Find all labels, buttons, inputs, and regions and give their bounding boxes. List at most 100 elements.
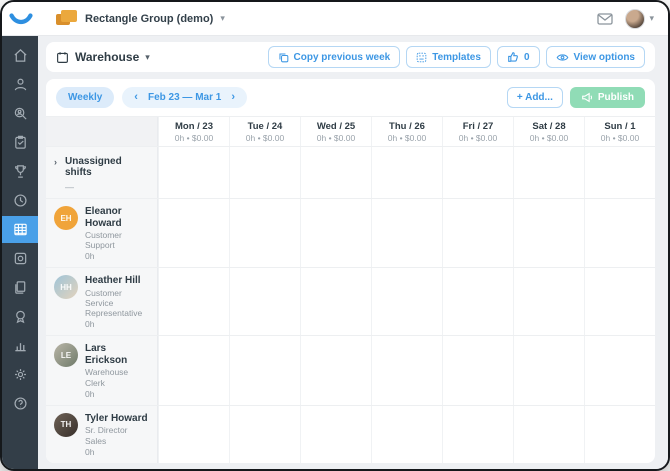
chevron-down-icon: ▾ — [220, 13, 225, 23]
employee-row: EH Eleanor Howard Customer Support 0h — [46, 199, 655, 269]
view-mode-selector[interactable]: Weekly — [56, 87, 115, 108]
expand-chevron-icon[interactable]: › — [54, 157, 57, 192]
shift-cell[interactable] — [158, 199, 229, 268]
sidebar-item-rewards[interactable] — [2, 158, 38, 185]
shift-cell[interactable] — [300, 268, 371, 336]
shift-cell[interactable] — [442, 268, 513, 336]
shift-cell[interactable] — [158, 336, 229, 405]
unassigned-sub: — — [65, 182, 74, 192]
shift-cell[interactable] — [300, 147, 371, 198]
shift-cell[interactable] — [442, 147, 513, 198]
sidebar-item-badges[interactable] — [2, 303, 38, 330]
shift-cell[interactable] — [158, 268, 229, 336]
sidebar-item-settings[interactable] — [2, 361, 38, 388]
next-week-button[interactable]: › — [231, 92, 235, 103]
shift-cell[interactable] — [584, 405, 655, 463]
day-header-thu[interactable]: Thu / 26 0h • $0.00 — [371, 117, 442, 146]
shift-cell[interactable] — [513, 199, 584, 268]
templates-button[interactable]: Templates — [406, 46, 491, 68]
employee-cell[interactable]: TH Tyler Howard Sr. Director Sales 0h — [46, 405, 158, 463]
shift-cell[interactable] — [300, 336, 371, 405]
day-header-mon[interactable]: Mon / 23 0h • $0.00 — [158, 117, 229, 146]
shift-cell[interactable] — [229, 405, 300, 463]
day-header-sat[interactable]: Sat / 28 0h • $0.00 — [513, 117, 584, 146]
shift-cell[interactable] — [513, 336, 584, 405]
org-avatar — [56, 10, 78, 27]
prev-week-button[interactable]: ‹ — [134, 92, 138, 103]
top-bar: Rectangle Group (demo) ▾ ▾ — [2, 2, 668, 36]
user-avatar — [625, 8, 646, 29]
sidebar-item-home[interactable] — [2, 42, 38, 69]
shift-cell[interactable] — [371, 336, 442, 405]
shift-cell[interactable] — [300, 405, 371, 463]
org-switcher[interactable]: Rectangle Group (demo) ▾ — [56, 10, 225, 27]
unassigned-shifts-row: › Unassigned shifts — — [46, 147, 655, 199]
employee-row: LE Lars Erickson Warehouse Clerk 0h — [46, 336, 655, 406]
week-navigator: ‹ Feb 23 — Mar 1 › — [122, 87, 247, 108]
shift-cell[interactable] — [442, 405, 513, 463]
shift-cell[interactable] — [584, 268, 655, 336]
shift-cell[interactable] — [442, 199, 513, 268]
unassigned-shifts-cell[interactable]: › Unassigned shifts — — [46, 147, 158, 198]
schedule-grid: Mon / 23 0h • $0.00 Tue / 24 0h • $0.00 We… — [46, 116, 655, 463]
sidebar-nav — [2, 36, 38, 469]
day-header-wed[interactable]: Wed / 25 0h • $0.00 — [300, 117, 371, 146]
trophy-icon — [14, 165, 26, 178]
sidebar-item-time-clock[interactable] — [2, 187, 38, 214]
shift-cell[interactable] — [229, 336, 300, 405]
messages-envelope-icon[interactable] — [597, 12, 614, 25]
shift-cell[interactable] — [584, 336, 655, 405]
employee-cell[interactable]: HH Heather Hill Customer Service Represe… — [46, 268, 158, 336]
documents-icon — [14, 281, 25, 294]
shift-cell[interactable] — [442, 336, 513, 405]
view-options-button[interactable]: View options — [545, 46, 645, 68]
user-menu[interactable]: ▾ — [625, 8, 654, 29]
day-header-fri[interactable]: Fri / 27 0h • $0.00 — [442, 117, 513, 146]
megaphone-icon — [582, 92, 592, 103]
shift-cell[interactable] — [158, 405, 229, 463]
shift-cell[interactable] — [371, 199, 442, 268]
search-user-icon — [14, 107, 27, 120]
unassigned-label: Unassigned shifts — [65, 156, 122, 178]
shift-cell[interactable] — [158, 147, 229, 198]
schedule-toolbar: Weekly ‹ Feb 23 — Mar 1 › + Add... Publi… — [46, 79, 655, 116]
grid-header-row: Mon / 23 0h • $0.00 Tue / 24 0h • $0.00 We… — [46, 117, 655, 147]
shift-cell[interactable] — [229, 147, 300, 198]
shift-cell[interactable] — [513, 147, 584, 198]
shift-cell[interactable] — [584, 147, 655, 198]
sidebar-item-employees[interactable] — [2, 71, 38, 98]
add-button[interactable]: + Add... — [506, 87, 563, 108]
sidebar-item-documents[interactable] — [2, 274, 38, 301]
day-header-tue[interactable]: Tue / 24 0h • $0.00 — [229, 117, 300, 146]
shift-cell[interactable] — [371, 405, 442, 463]
sidebar-item-help[interactable] — [2, 390, 38, 417]
shift-cell[interactable] — [584, 199, 655, 268]
shift-cell[interactable] — [371, 147, 442, 198]
avatar: LE — [54, 343, 78, 368]
org-name: Rectangle Group (demo) — [85, 12, 214, 25]
publish-button[interactable]: Publish — [569, 87, 645, 108]
copy-previous-week-button[interactable]: Copy previous week — [267, 46, 401, 68]
photo-icon — [14, 252, 26, 265]
shift-cell[interactable] — [229, 199, 300, 268]
employee-cell[interactable]: LE Lars Erickson Warehouse Clerk 0h — [46, 336, 158, 405]
shift-cell[interactable] — [371, 268, 442, 336]
employee-row: TH Tyler Howard Sr. Director Sales 0h — [46, 405, 655, 463]
schedule-selector[interactable]: Warehouse ▾ — [56, 50, 150, 64]
date-range-label[interactable]: Feb 23 — Mar 1 — [148, 92, 221, 103]
shift-cell[interactable] — [513, 268, 584, 336]
sidebar-item-search-user[interactable] — [2, 100, 38, 127]
day-header-sun[interactable]: Sun / 1 0h • $0.00 — [584, 117, 655, 146]
shift-cell[interactable] — [300, 199, 371, 268]
copy-icon — [278, 52, 288, 62]
sidebar-item-tasks[interactable] — [2, 129, 38, 156]
likes-button[interactable]: 0 — [496, 46, 540, 68]
shift-cell[interactable] — [229, 268, 300, 336]
sidebar-item-reports[interactable] — [2, 332, 38, 359]
app-logo[interactable] — [2, 2, 40, 35]
sidebar-item-photos[interactable] — [2, 245, 38, 272]
shift-cell[interactable] — [513, 405, 584, 463]
sidebar-item-schedule[interactable] — [2, 216, 38, 243]
sling-logo-icon — [9, 12, 33, 24]
employee-cell[interactable]: EH Eleanor Howard Customer Support 0h — [46, 199, 158, 268]
